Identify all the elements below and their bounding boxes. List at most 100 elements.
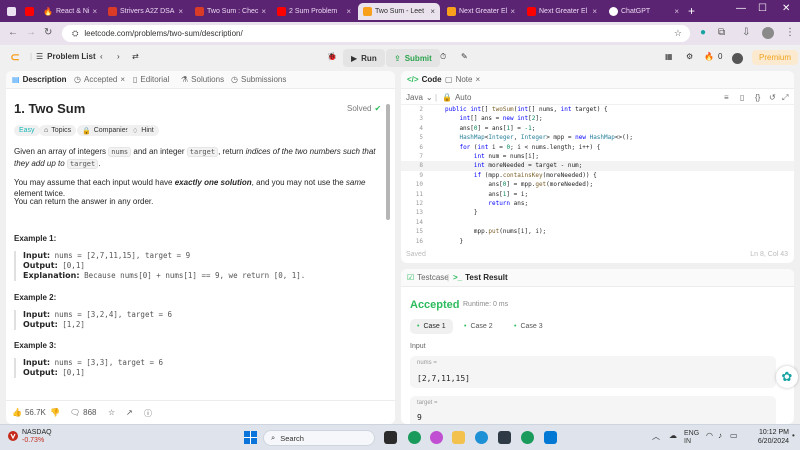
cloud-icon[interactable]: ☁	[669, 431, 677, 440]
reload-icon[interactable]: ↻	[44, 27, 52, 38]
tab-accepted[interactable]: ◷ Accepted ×	[74, 75, 125, 84]
close-tab-icon[interactable]: ×	[510, 7, 515, 16]
notification-bell-icon[interactable]: •	[792, 431, 795, 440]
wifi-icon[interactable]: ◠	[706, 431, 713, 440]
tab-submissions[interactable]: ◷ Submissions	[231, 75, 286, 84]
hint-button[interactable]: ♢ Hint	[127, 125, 159, 136]
bookmark-star-icon[interactable]: ☆	[674, 28, 682, 39]
taskbar-search[interactable]: ⌕ Search	[263, 430, 375, 446]
prev-problem-icon[interactable]: ‹	[100, 52, 103, 61]
close-tab-icon[interactable]: ×	[430, 7, 435, 16]
help-icon[interactable]: ⓘ	[144, 408, 152, 419]
tab-code[interactable]: </> Code	[407, 75, 442, 84]
task-view-icon[interactable]	[384, 431, 397, 444]
minimize-icon[interactable]: —	[736, 3, 746, 14]
description-scrollbar[interactable]	[386, 104, 390, 220]
streak-counter[interactable]: 🔥 0	[704, 52, 722, 61]
extensions-puzzle-icon[interactable]: ⧉	[718, 27, 725, 38]
vscode-taskbar-icon[interactable]	[544, 431, 557, 444]
topics-button[interactable]: ⌂ Topics	[39, 125, 77, 136]
timer-icon[interactable]: ⏱	[440, 52, 446, 62]
format-icon[interactable]: ≡	[724, 93, 729, 102]
layout-icon[interactable]: ▦	[665, 52, 673, 61]
edge-taskbar-icon[interactable]	[475, 431, 488, 444]
like-button[interactable]: 👍 56.7K	[12, 408, 46, 417]
tab-two-sum-check[interactable]: Two Sum : Chec ×	[190, 3, 268, 20]
close-tab-icon[interactable]: ×	[178, 7, 183, 16]
tab-testcase[interactable]: ☑ Testcase	[407, 273, 449, 282]
chrome-taskbar-icon[interactable]	[408, 431, 421, 444]
leetcode-logo-icon[interactable]: ⊂	[10, 50, 20, 64]
notes-icon[interactable]: ✎	[461, 52, 468, 61]
profile-avatar-icon[interactable]	[762, 27, 774, 39]
extension-icon[interactable]: ●	[700, 27, 706, 38]
companies-button[interactable]: 🔒 Companies	[77, 125, 135, 136]
tab-react[interactable]: 🔥 React & Ni ×	[38, 3, 98, 20]
run-button[interactable]: ▶ Run	[343, 49, 385, 67]
favorite-star-icon[interactable]: ☆	[108, 408, 115, 417]
case-tab-2[interactable]: • Case 2	[457, 319, 500, 334]
tab-editorial[interactable]: ▯ Editorial	[133, 75, 169, 84]
stock-widget[interactable]: NASDAQ -0.73%	[8, 429, 52, 445]
assistant-extension-icon[interactable]: ✿	[776, 366, 798, 388]
tab-description[interactable]: ▤ Description	[12, 75, 67, 84]
close-tab-icon[interactable]: ×	[475, 75, 480, 84]
url-bar[interactable]: ⛭ leetcode.com/problems/two-sum/descript…	[62, 25, 690, 42]
new-tab-button[interactable]: +	[688, 4, 695, 18]
tab-solutions[interactable]: ⚗ Solutions	[181, 75, 224, 84]
tab-note[interactable]: ▢ Note ×	[445, 75, 480, 84]
settings-gear-icon[interactable]: ⚙	[686, 52, 693, 61]
submit-button[interactable]: ⇪ Submit	[386, 49, 440, 67]
system-clock[interactable]: 10:12 PM 6/20/2024	[743, 429, 789, 446]
reset-icon[interactable]: ↺	[769, 93, 776, 102]
close-tab-icon[interactable]: ×	[674, 7, 679, 16]
forward-icon[interactable]: →	[26, 27, 36, 38]
close-tab-icon[interactable]: ×	[346, 7, 351, 16]
code-editor[interactable]: 2 public int[] twoSum(int[] nums, int tar…	[401, 105, 794, 245]
windows-start-icon[interactable]	[244, 431, 257, 444]
braces-icon[interactable]: {}	[755, 93, 760, 102]
next-problem-icon[interactable]: ›	[117, 52, 120, 61]
problem-list-button[interactable]: ☰ Problem List	[36, 52, 96, 61]
close-tab-icon[interactable]: ×	[261, 7, 266, 16]
store-taskbar-icon[interactable]	[498, 431, 511, 444]
bookmark-icon[interactable]: ▯	[740, 93, 744, 102]
back-icon[interactable]: ←	[8, 27, 18, 38]
battery-icon[interactable]: ▭	[730, 431, 738, 440]
site-info-icon[interactable]: ⛭	[72, 29, 78, 39]
close-tab-icon[interactable]: ×	[592, 7, 597, 16]
file-explorer-icon[interactable]	[452, 431, 465, 444]
language-select[interactable]: Java ⌄	[406, 93, 433, 102]
case-tab-1[interactable]: • Case 1	[410, 319, 453, 334]
tab-next-greater-2[interactable]: Next Greater El ×	[522, 3, 602, 20]
tab-two-sum-leetcode[interactable]: Two Sum - Leet ×	[358, 3, 440, 20]
chrome-profile-taskbar-icon[interactable]	[521, 431, 534, 444]
comments-button[interactable]: 🗨 868	[70, 408, 97, 417]
dislike-button[interactable]: 👎	[50, 408, 60, 417]
close-window-icon[interactable]: ✕	[782, 3, 790, 14]
volume-icon[interactable]: ♪	[718, 431, 722, 440]
downloads-icon[interactable]: ⇩	[742, 27, 750, 38]
tab-2-sum-problem[interactable]: 2 Sum Problem ×	[272, 3, 356, 20]
shuffle-icon[interactable]: ⇄	[132, 52, 139, 61]
close-tab-icon[interactable]: ×	[120, 75, 125, 84]
share-icon[interactable]: ↗	[126, 408, 133, 417]
copilot-taskbar-icon[interactable]	[430, 431, 443, 444]
debug-icon[interactable]: 🐞	[327, 52, 337, 61]
tab-youtube-1[interactable]	[20, 3, 34, 20]
case-tab-3[interactable]: • Case 3	[507, 319, 550, 334]
tray-chevron-up-icon[interactable]: ︿	[652, 431, 660, 442]
tab-chatgpt[interactable]: ChatGPT ×	[604, 3, 684, 20]
premium-button[interactable]: Premium	[752, 50, 799, 65]
tab-list-button[interactable]	[2, 3, 16, 20]
tab-strivers[interactable]: Strivers A2Z DSA ×	[103, 3, 188, 20]
tab-test-result[interactable]: >_ Test Result	[453, 273, 508, 282]
fullscreen-icon[interactable]: ⤢	[782, 93, 788, 103]
language-indicator[interactable]: ENG IN	[684, 430, 699, 446]
user-avatar[interactable]	[732, 53, 743, 64]
close-tab-icon[interactable]: ×	[92, 7, 97, 16]
browser-menu-icon[interactable]: ⋮	[785, 27, 795, 38]
tab-next-greater-1[interactable]: Next Greater El ×	[442, 3, 520, 20]
auto-complete-toggle[interactable]: 🔒 Auto	[442, 93, 471, 102]
maximize-icon[interactable]: ☐	[758, 3, 767, 14]
